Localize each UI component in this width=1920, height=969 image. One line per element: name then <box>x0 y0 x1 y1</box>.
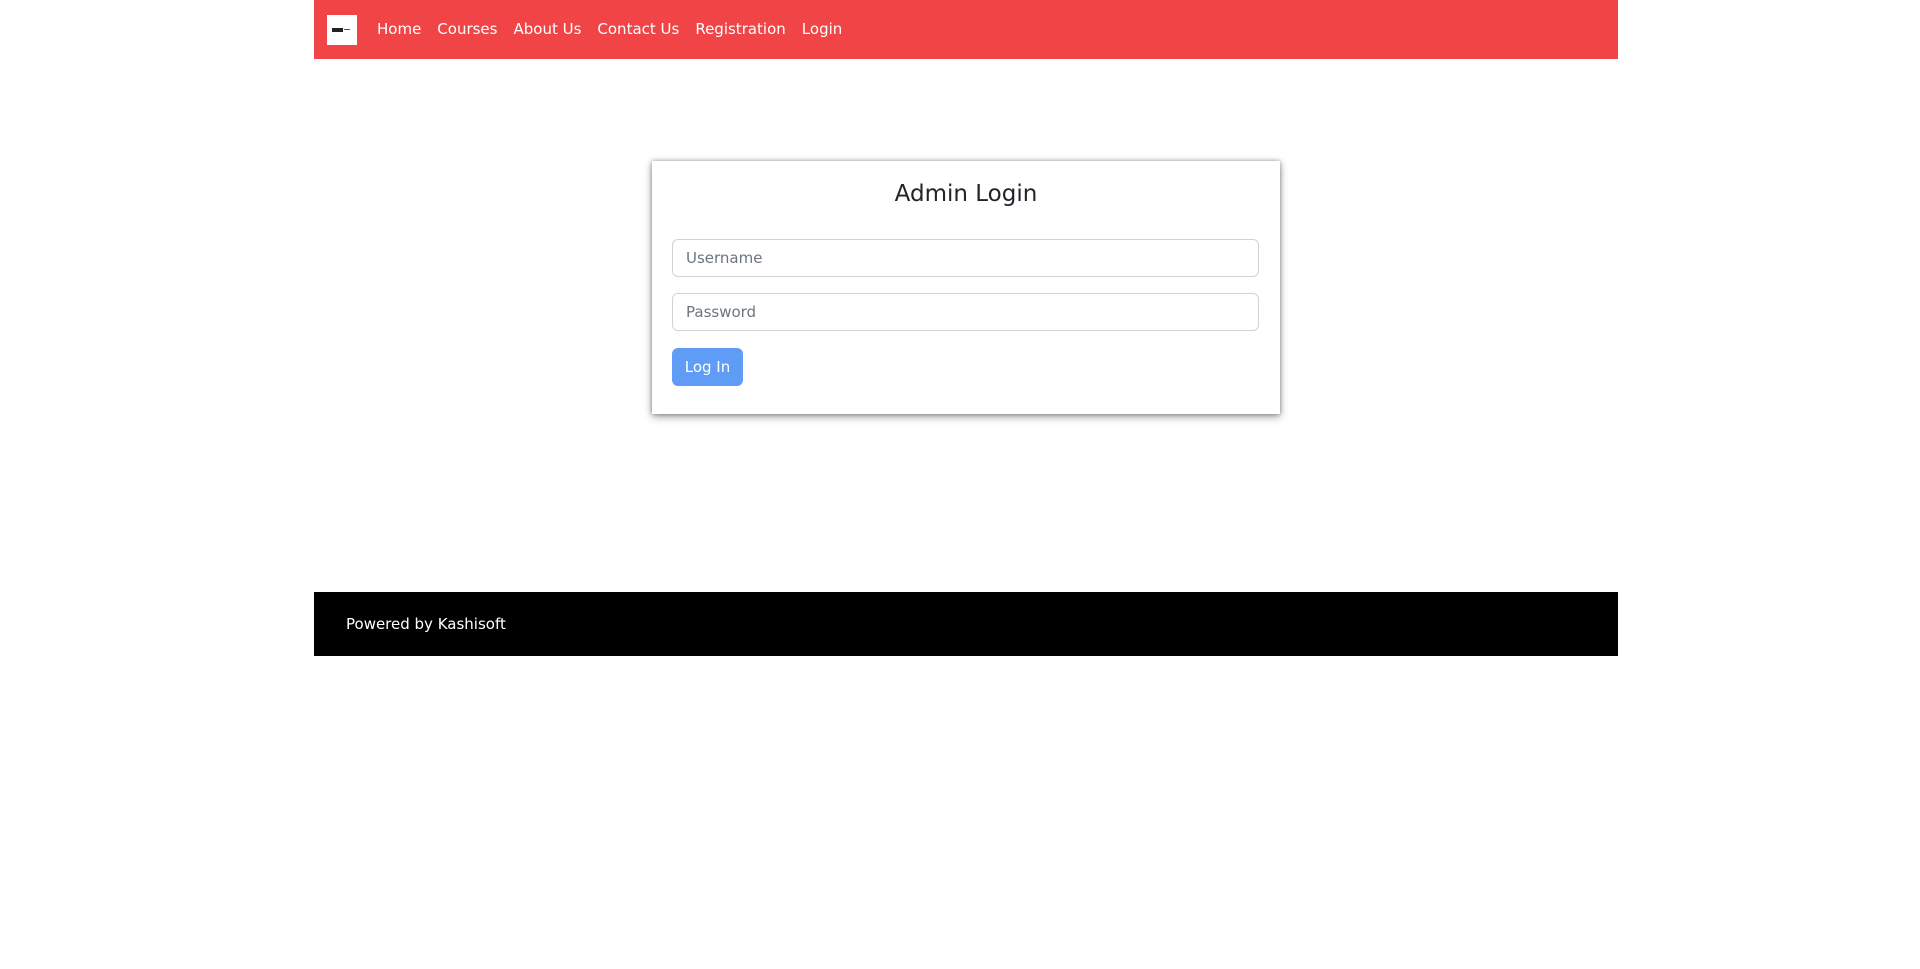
page-footer: Powered by Kashisoft <box>314 592 1618 656</box>
nav-link-registration[interactable]: Registration <box>687 20 793 38</box>
password-input[interactable] <box>672 293 1259 331</box>
nav-link-contact-us[interactable]: Contact Us <box>589 20 687 38</box>
nav-item-courses: Courses <box>429 0 505 59</box>
nav-item-about-us: About Us <box>505 0 589 59</box>
logo-mark-bar <box>332 27 343 32</box>
login-button[interactable]: Log In <box>672 348 743 386</box>
nav-link-courses[interactable]: Courses <box>429 20 505 38</box>
nav-item-registration: Registration <box>687 0 793 59</box>
footer-text: Powered by Kashisoft <box>346 615 506 633</box>
nav-link-login[interactable]: Login <box>794 20 850 38</box>
nav-item-login: Login <box>794 0 850 59</box>
nav-link-home[interactable]: Home <box>369 20 429 38</box>
nav-link-about-us[interactable]: About Us <box>505 20 589 38</box>
login-title: Admin Login <box>894 181 1038 207</box>
nav-item-contact-us: Contact Us <box>589 0 687 59</box>
page: Home Courses About Us Contact Us Registr… <box>0 0 1920 969</box>
username-input[interactable] <box>672 239 1259 277</box>
nav-item-home: Home <box>369 0 429 59</box>
top-navbar: Home Courses About Us Contact Us Registr… <box>314 0 1618 59</box>
nav-menu: Home Courses About Us Contact Us Registr… <box>369 0 850 59</box>
brand-logo-icon[interactable] <box>327 14 357 45</box>
logo-mark-line <box>344 28 350 30</box>
admin-login-card: Admin Login Log In <box>652 161 1280 414</box>
